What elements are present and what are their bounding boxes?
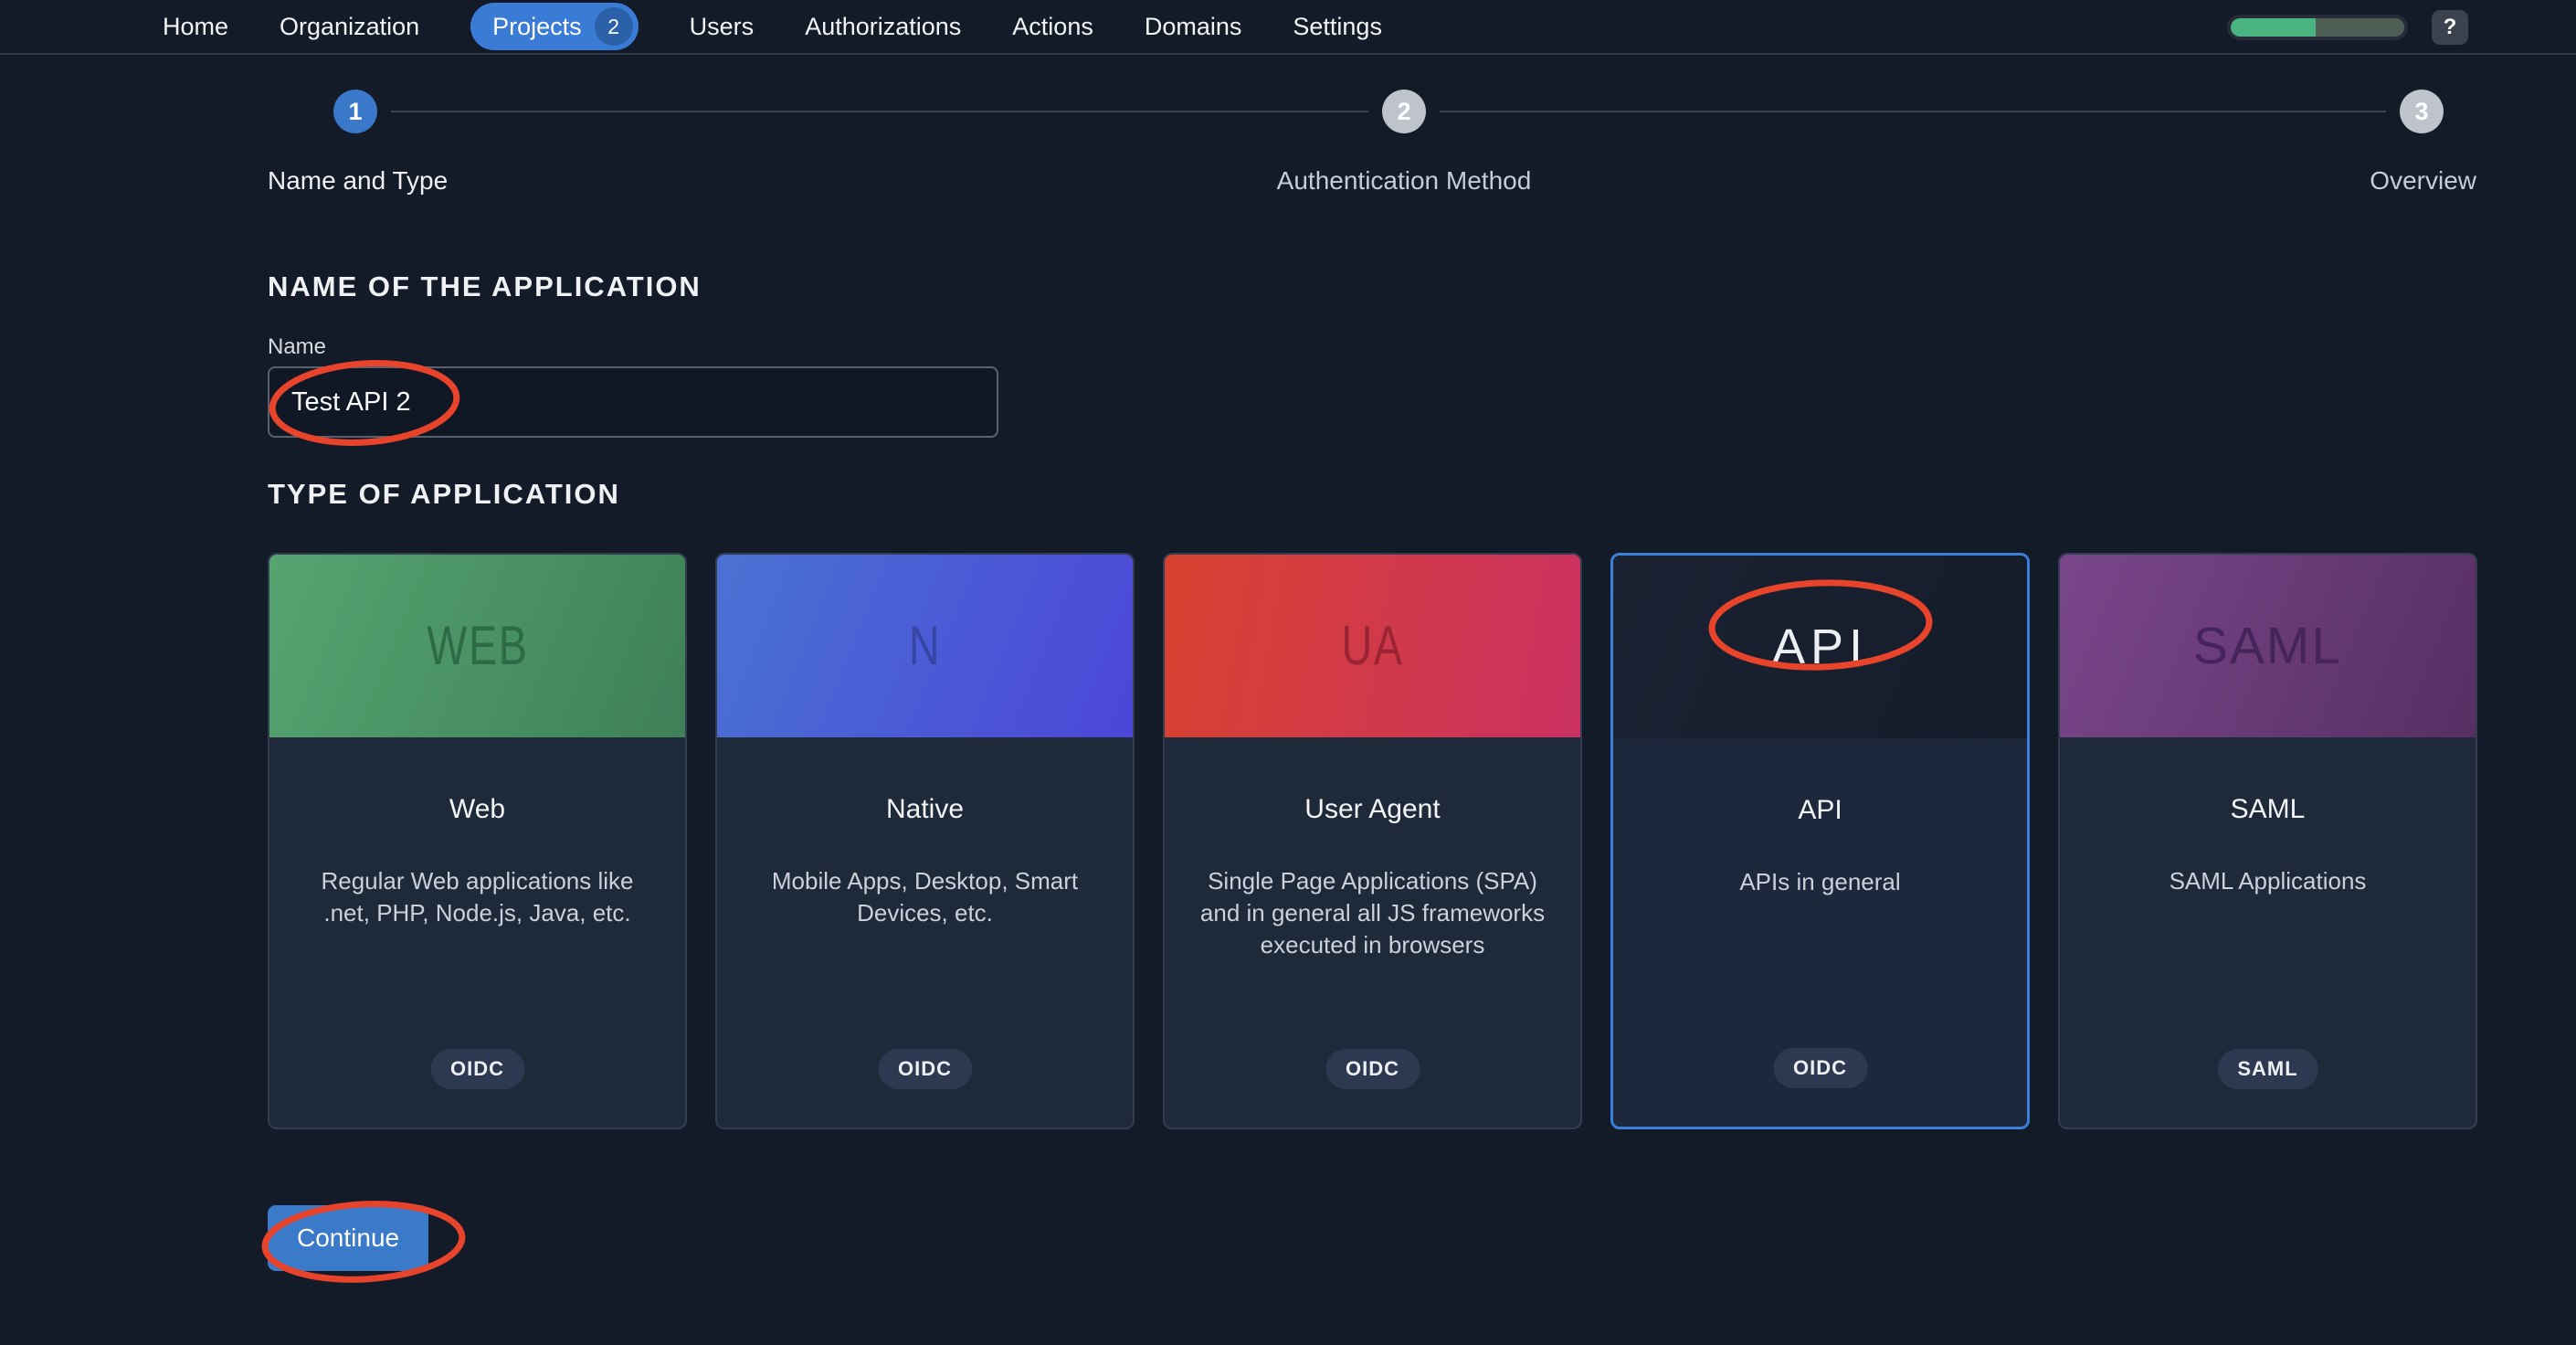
card-header-letters: SAML xyxy=(2193,616,2342,676)
question-mark-icon: ? xyxy=(2444,15,2457,40)
app-screen: Home Organization Projects 2 Users Autho… xyxy=(0,0,2576,1345)
type-section-heading: TYPE OF APPLICATION xyxy=(268,478,620,511)
card-protocol-badge: OIDC xyxy=(1773,1048,1867,1088)
nav-item-authorizations[interactable]: Authorizations xyxy=(805,13,961,41)
continue-button[interactable]: Continue xyxy=(268,1205,428,1271)
step-label-overview: Overview xyxy=(2248,166,2476,196)
card-description: Single Page Applications (SPA) and in ge… xyxy=(1165,865,1580,961)
nav-item-projects[interactable]: Projects 2 xyxy=(470,3,639,50)
card-header-web: WEB xyxy=(269,555,685,737)
stepper-connector-2 xyxy=(1440,111,2386,112)
app-type-card-native[interactable]: N Native Mobile Apps, Desktop, Smart Dev… xyxy=(715,553,1135,1129)
card-description: SAML Applications xyxy=(2060,865,2476,897)
step-circle-3[interactable]: 3 xyxy=(2400,90,2444,133)
application-type-cards: WEB Web Regular Web applications like .n… xyxy=(268,553,2477,1129)
card-title: SAML xyxy=(2060,794,2476,825)
step-label-name-and-type: Name and Type xyxy=(268,166,448,196)
card-header-saml: SAML xyxy=(2060,555,2476,737)
name-section-heading: NAME OF THE APPLICATION xyxy=(268,270,702,303)
card-description: Regular Web applications like .net, PHP,… xyxy=(269,865,685,929)
nav-item-actions[interactable]: Actions xyxy=(1012,13,1093,41)
stepper-connector-1 xyxy=(391,111,1368,112)
nav-right-group: ? xyxy=(2227,0,2468,55)
card-header-letters: API xyxy=(1772,619,1868,675)
card-header-letters: N xyxy=(909,614,941,678)
quota-progress-fill xyxy=(2231,18,2316,37)
nav-item-domains[interactable]: Domains xyxy=(1145,13,1242,41)
card-protocol-badge: OIDC xyxy=(878,1049,972,1089)
step-circle-1[interactable]: 1 xyxy=(333,90,377,133)
app-type-card-api[interactable]: API API APIs in general OIDC xyxy=(1610,553,2030,1129)
step-label-authentication-method: Authentication Method xyxy=(1221,166,1587,196)
card-header-native: N xyxy=(717,555,1133,737)
application-name-input[interactable] xyxy=(268,366,998,438)
card-header-letters: WEB xyxy=(427,614,528,678)
help-button[interactable]: ? xyxy=(2432,10,2468,45)
app-type-card-web[interactable]: WEB Web Regular Web applications like .n… xyxy=(268,553,687,1129)
nav-item-settings[interactable]: Settings xyxy=(1293,13,1382,41)
card-protocol-badge: SAML xyxy=(2217,1049,2317,1089)
quota-progress-bar xyxy=(2227,15,2408,40)
nav-left-group: Home Organization Projects 2 Users Autho… xyxy=(163,3,1382,50)
top-navbar: Home Organization Projects 2 Users Autho… xyxy=(0,0,2576,55)
step-circle-2[interactable]: 2 xyxy=(1382,90,1426,133)
nav-item-users[interactable]: Users xyxy=(690,13,755,41)
card-header-api: API xyxy=(1613,556,2027,738)
app-type-card-user-agent[interactable]: UA User Agent Single Page Applications (… xyxy=(1163,553,1582,1129)
card-header-letters: UA xyxy=(1341,614,1403,678)
card-header-user-agent: UA xyxy=(1165,555,1580,737)
card-protocol-badge: OIDC xyxy=(1325,1049,1420,1089)
card-protocol-badge: OIDC xyxy=(430,1049,524,1089)
card-description: APIs in general xyxy=(1613,866,2027,898)
card-title: User Agent xyxy=(1165,794,1580,825)
card-title: Native xyxy=(717,794,1133,825)
card-title: Web xyxy=(269,794,685,825)
nav-item-organization[interactable]: Organization xyxy=(280,13,419,41)
name-field-label: Name xyxy=(268,334,326,360)
projects-count-badge: 2 xyxy=(595,7,633,46)
nav-item-home[interactable]: Home xyxy=(163,13,228,41)
card-title: API xyxy=(1613,795,2027,826)
card-description: Mobile Apps, Desktop, Smart Devices, etc… xyxy=(717,865,1133,929)
app-type-card-saml[interactable]: SAML SAML SAML Applications SAML xyxy=(2058,553,2477,1129)
nav-projects-label: Projects xyxy=(492,13,582,41)
